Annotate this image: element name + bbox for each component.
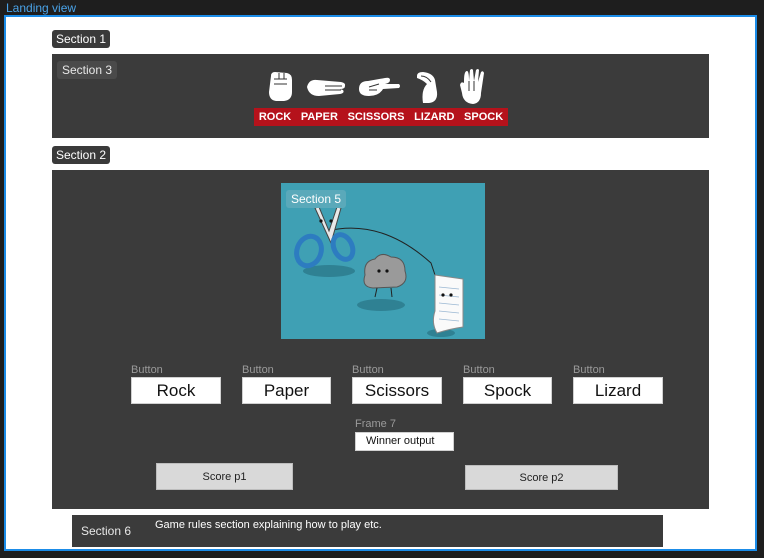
spock-hand-icon: [459, 67, 489, 106]
paper-button-caption: Button: [242, 364, 274, 376]
gesture-label-spock: SPOCK: [464, 111, 504, 123]
section-3-tag: Section 3: [57, 61, 118, 79]
scissors-button[interactable]: Scissors: [352, 377, 442, 404]
score-p2: Score p2: [465, 465, 618, 490]
rock-button-caption: Button: [131, 364, 163, 376]
lizard-button[interactable]: Lizard: [573, 377, 663, 404]
score-p1: Score p1: [156, 463, 293, 490]
winner-output: Winner output: [355, 432, 454, 451]
paper-button[interactable]: Paper: [242, 377, 331, 404]
section-1-tag: Section 1: [52, 30, 111, 48]
rock-button[interactable]: Rock: [131, 377, 221, 404]
scissors-button-caption: Button: [352, 364, 384, 376]
lizard-button-caption: Button: [573, 364, 605, 376]
lizard-hand-icon: [413, 70, 441, 105]
scissors-hand-icon: [357, 75, 401, 99]
frame-title: Landing view: [6, 1, 77, 15]
gesture-label-paper: PAPER: [300, 111, 338, 123]
gesture-label-scissors: SCISSORS: [347, 111, 405, 123]
rock-hand-icon: [265, 70, 295, 103]
paper-hand-icon: [305, 75, 347, 99]
spock-button-caption: Button: [463, 364, 495, 376]
gesture-label-lizard: LIZARD: [414, 111, 455, 123]
section-2-tag: Section 2: [52, 146, 111, 164]
gesture-label-bar: ROCK PAPER SCISSORS LIZARD SPOCK: [254, 108, 508, 126]
gesture-label-rock: ROCK: [258, 111, 292, 123]
rules-text: Game rules section explaining how to pla…: [155, 519, 382, 531]
section-5-tag: Section 5: [286, 190, 347, 208]
section-6-tag: Section 6: [81, 524, 132, 538]
spock-button[interactable]: Spock: [463, 377, 552, 404]
frame-7-caption: Frame 7: [355, 418, 396, 430]
